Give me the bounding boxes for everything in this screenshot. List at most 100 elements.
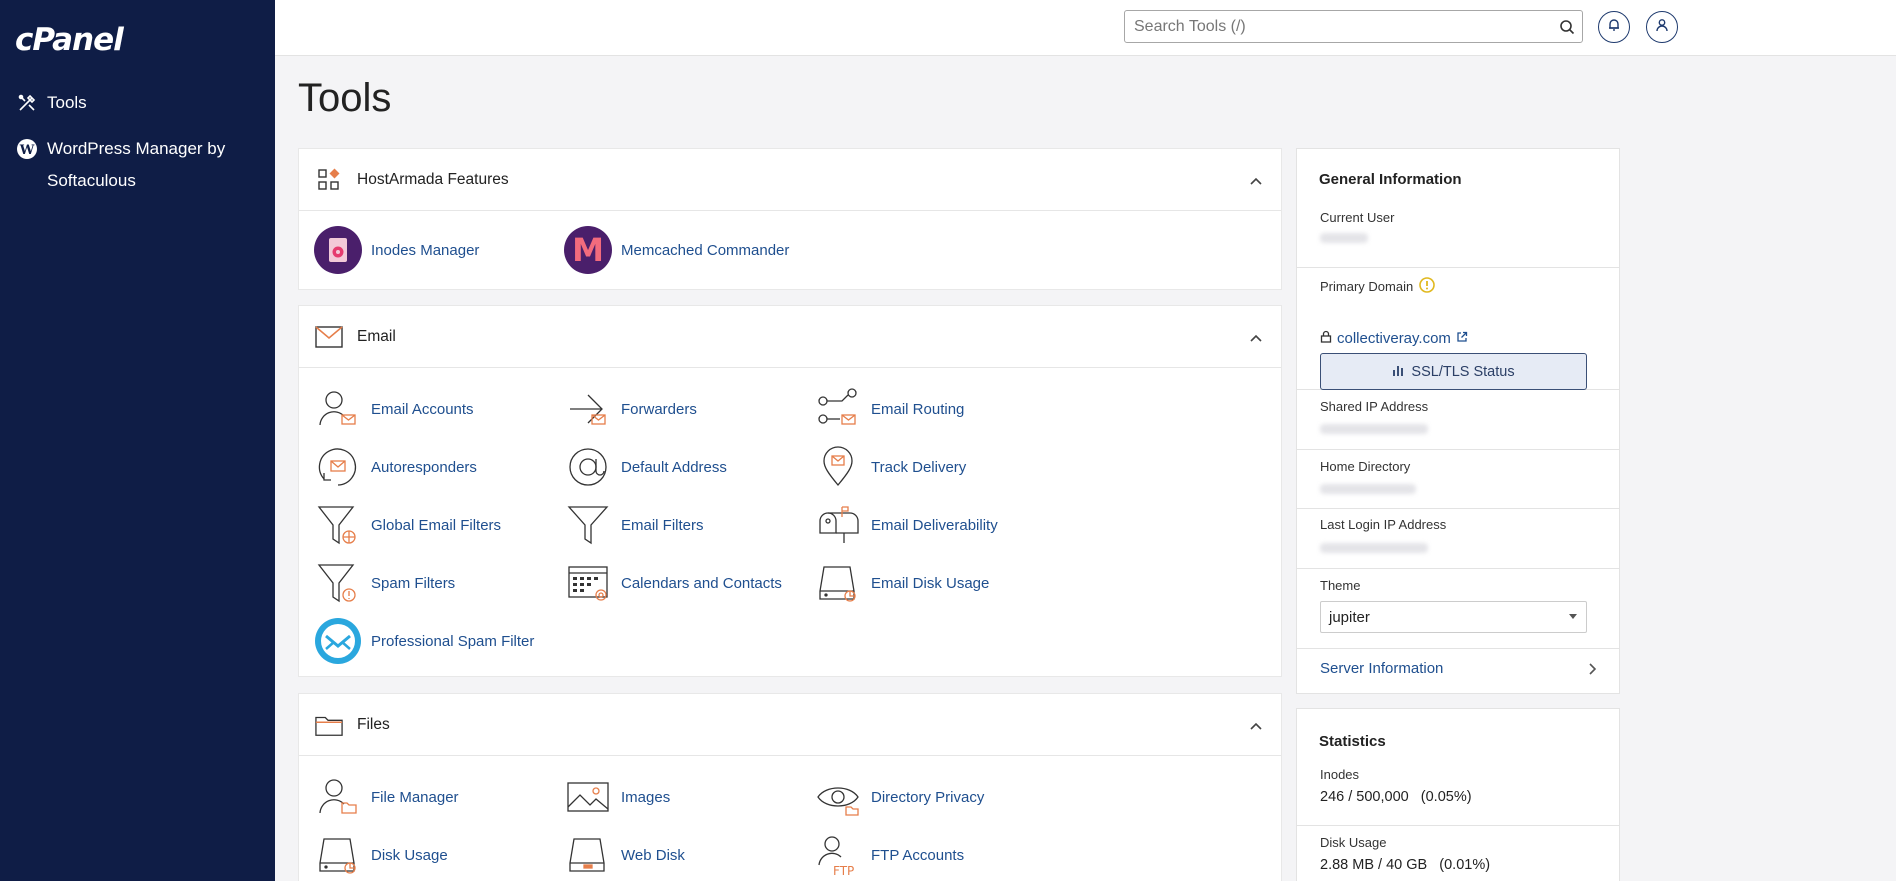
- search-icon[interactable]: [1552, 19, 1582, 35]
- tool-label: Autoresponders: [371, 458, 477, 476]
- tool-web-disk[interactable]: Web Disk: [563, 830, 685, 880]
- primary-domain-link[interactable]: collectiveray.com: [1337, 330, 1451, 347]
- shared-ip-section: Shared IP Address: [1297, 390, 1619, 450]
- autoresponders-icon: [313, 442, 363, 492]
- tool-disk-usage[interactable]: Disk Usage: [313, 830, 448, 880]
- routing-icon: [813, 384, 863, 434]
- tool-ftp-accounts[interactable]: FTP FTP Accounts: [813, 830, 964, 880]
- tool-global-email-filters[interactable]: Global Email Filters: [313, 500, 501, 550]
- calendar-icon: [563, 558, 613, 608]
- notifications-button[interactable]: [1598, 11, 1630, 43]
- disk-usage-icon: [813, 558, 863, 608]
- tool-label: Email Filters: [621, 516, 704, 534]
- tool-calendars-contacts[interactable]: Calendars and Contacts: [563, 558, 782, 608]
- panel-title: Email: [357, 327, 396, 345]
- tool-email-routing[interactable]: Email Routing: [813, 384, 964, 434]
- bell-icon: [1607, 18, 1621, 37]
- info-title: General Information: [1319, 171, 1462, 188]
- file-manager-icon: [313, 772, 363, 822]
- sidebar-item-wordpress[interactable]: W WordPress Manager by Softaculous: [15, 133, 265, 197]
- tool-label: Default Address: [621, 458, 727, 476]
- spam-filter-icon: [313, 558, 363, 608]
- panel-header[interactable]: HostArmada Features: [299, 149, 1281, 211]
- files-panel: Files File Manager Images Directory Priv…: [298, 693, 1282, 881]
- tool-email-accounts[interactable]: Email Accounts: [313, 384, 474, 434]
- chevron-up-icon[interactable]: [1249, 718, 1263, 736]
- warning-icon[interactable]: [1419, 277, 1435, 296]
- tool-track-delivery[interactable]: Track Delivery: [813, 442, 966, 492]
- primary-domain-label: Primary Domain: [1320, 279, 1414, 294]
- chevron-right-icon[interactable]: [1587, 662, 1597, 681]
- features-icon: [315, 166, 343, 194]
- global-filter-icon: [313, 500, 363, 550]
- panel-title: HostArmada Features: [357, 170, 509, 188]
- mailbox-icon: [813, 500, 863, 550]
- inodes-stat: Inodes 246 / 500,000 (0.05%): [1297, 767, 1619, 826]
- tool-label: File Manager: [371, 788, 459, 806]
- hostarmada-panel: HostArmada Features Inodes Manager M Mem…: [298, 148, 1282, 290]
- disk-usage-stat: Disk Usage 2.88 MB / 40 GB (0.01%): [1297, 835, 1619, 881]
- shared-ip-label: Shared IP Address: [1320, 399, 1429, 414]
- tool-default-address[interactable]: Default Address: [563, 442, 727, 492]
- sidebar-item-label: WordPress Manager by Softaculous: [47, 139, 226, 190]
- ssl-button-label: SSL/TLS Status: [1411, 363, 1515, 380]
- statistics-title: Statistics: [1319, 733, 1386, 750]
- sidebar-item-tools[interactable]: Tools: [15, 87, 87, 119]
- panel-header[interactable]: Files: [299, 694, 1281, 756]
- ssl-tls-status-button[interactable]: SSL/TLS Status: [1320, 353, 1587, 390]
- last-login-label: Last Login IP Address: [1320, 517, 1447, 532]
- search-input[interactable]: [1125, 11, 1552, 42]
- tool-memcached-commander[interactable]: M Memcached Commander: [563, 225, 789, 275]
- external-link-icon[interactable]: [1456, 330, 1468, 347]
- page-title: Tools: [298, 76, 392, 120]
- tool-autoresponders[interactable]: Autoresponders: [313, 442, 477, 492]
- tool-directory-privacy[interactable]: Directory Privacy: [813, 772, 984, 822]
- tool-email-disk-usage[interactable]: Email Disk Usage: [813, 558, 989, 608]
- disk-usage-label: Disk Usage: [1320, 835, 1387, 850]
- web-disk-icon: [563, 830, 613, 880]
- user-menu-button[interactable]: [1646, 11, 1678, 43]
- primary-domain-label-row: Primary Domain: [1320, 277, 1435, 296]
- search-box: [1124, 10, 1583, 43]
- svg-text:FTP: FTP: [833, 864, 854, 877]
- ftp-accounts-icon: FTP: [813, 830, 863, 880]
- tool-label: FTP Accounts: [871, 846, 965, 864]
- tool-label: Global Email Filters: [371, 516, 502, 534]
- tool-email-deliverability[interactable]: Email Deliverability: [813, 500, 998, 550]
- server-information-link[interactable]: Server Information: [1320, 660, 1443, 677]
- tool-images[interactable]: Images: [563, 772, 670, 822]
- tool-forwarders[interactable]: Forwarders: [563, 384, 697, 434]
- eye-icon: [813, 772, 863, 822]
- tool-label: Directory Privacy: [871, 788, 985, 806]
- at-sign-icon: [563, 442, 613, 492]
- inodes-manager-icon: [313, 225, 363, 275]
- theme-label: Theme: [1320, 578, 1361, 593]
- home-directory-section: Home Directory: [1297, 450, 1619, 509]
- tool-email-filters[interactable]: Email Filters: [563, 500, 704, 550]
- tool-inodes-manager[interactable]: Inodes Manager: [313, 225, 479, 275]
- tool-spam-filters[interactable]: Spam Filters: [313, 558, 455, 608]
- tool-label: Inodes Manager: [371, 241, 480, 259]
- tools-icon: [15, 87, 39, 119]
- tool-professional-spam-filter[interactable]: Professional Spam Filter: [313, 616, 534, 666]
- home-directory-value-redacted: [1320, 484, 1416, 494]
- filter-icon: [563, 500, 613, 550]
- chevron-up-icon[interactable]: [1249, 173, 1263, 191]
- cpanel-logo[interactable]: cPanel: [15, 22, 124, 58]
- tool-label: Forwarders: [621, 400, 697, 418]
- current-user-section: Current User: [1297, 201, 1619, 268]
- tool-label: Track Delivery: [871, 458, 967, 476]
- theme-select[interactable]: jupiter: [1320, 601, 1587, 633]
- sidebar-item-label: Tools: [47, 93, 87, 112]
- tool-file-manager[interactable]: File Manager: [313, 772, 459, 822]
- tool-label: Web Disk: [621, 846, 685, 864]
- wordpress-icon: W: [15, 133, 39, 165]
- caret-down-icon: [1569, 614, 1577, 619]
- last-login-value-redacted: [1320, 543, 1428, 553]
- inodes-value: 246 / 500,000 (0.05%): [1320, 789, 1472, 805]
- disk-usage-value: 2.88 MB / 40 GB (0.01%): [1320, 857, 1491, 873]
- panel-header[interactable]: Email: [299, 306, 1281, 368]
- chevron-up-icon[interactable]: [1249, 330, 1263, 348]
- disk-icon: [313, 830, 363, 880]
- tool-label: Memcached Commander: [621, 241, 790, 259]
